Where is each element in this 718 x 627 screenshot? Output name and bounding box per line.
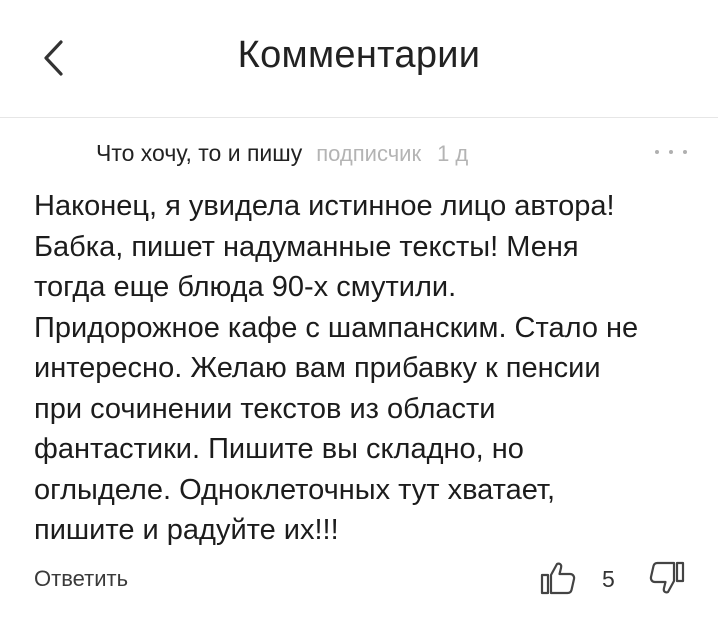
dislike-button[interactable] (648, 560, 686, 596)
comment-meta: Что хочу, то и пишу подписчик 1 д (34, 140, 689, 176)
like-button[interactable] (539, 560, 577, 596)
comment-actions: Ответить 5 (34, 560, 686, 600)
thumbs-up-icon (540, 562, 576, 595)
comment-text: Наконец, я увидела истинное лицо автора!… (34, 190, 639, 546)
author-role: подписчик (316, 141, 422, 166)
like-count: 5 (602, 566, 615, 592)
comment-card: Что хочу, то и пишу подписчик 1 д Наконе… (34, 140, 689, 551)
more-dots-icon (655, 150, 659, 154)
app-header: Комментарии (0, 0, 718, 118)
page-title: Комментарии (237, 34, 481, 76)
reply-button[interactable]: Ответить (34, 566, 128, 592)
thumbs-down-icon (649, 561, 685, 594)
comment-time: 1 д (437, 141, 469, 166)
comment-author[interactable]: Что хочу, то и пишу (96, 140, 302, 167)
more-options-button[interactable] (655, 142, 687, 162)
